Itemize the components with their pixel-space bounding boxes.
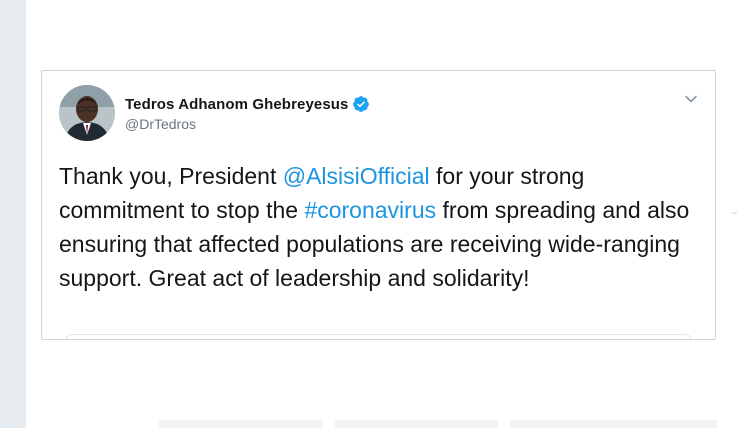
verified-badge-icon [352, 95, 370, 113]
action-bar-placeholder [510, 420, 717, 428]
action-bar-placeholder [159, 420, 323, 428]
avatar-portrait-icon [59, 85, 115, 141]
tweet-text: Thank you, President @AlsisiOfficial for… [59, 159, 709, 295]
mention-link[interactable]: @AlsisiOfficial [283, 163, 430, 189]
media-card-edge [65, 334, 692, 339]
author-name-row[interactable]: Tedros Adhanom Ghebreyesus [125, 93, 370, 115]
author-display-name[interactable]: Tedros Adhanom Ghebreyesus [125, 96, 348, 113]
action-bar-placeholder [335, 420, 498, 428]
author-handle[interactable]: @DrTedros [125, 116, 196, 132]
tweet-text-part: Thank you, President [59, 163, 283, 189]
chevron-down-icon[interactable] [683, 91, 699, 107]
hashtag-link[interactable]: #coronavirus [304, 197, 436, 223]
embedded-tweet-card[interactable]: Tedros Adhanom Ghebreyesus @DrTedros Tha… [41, 70, 716, 340]
author-avatar[interactable] [59, 85, 115, 141]
scroll-edge-marker [732, 212, 737, 214]
